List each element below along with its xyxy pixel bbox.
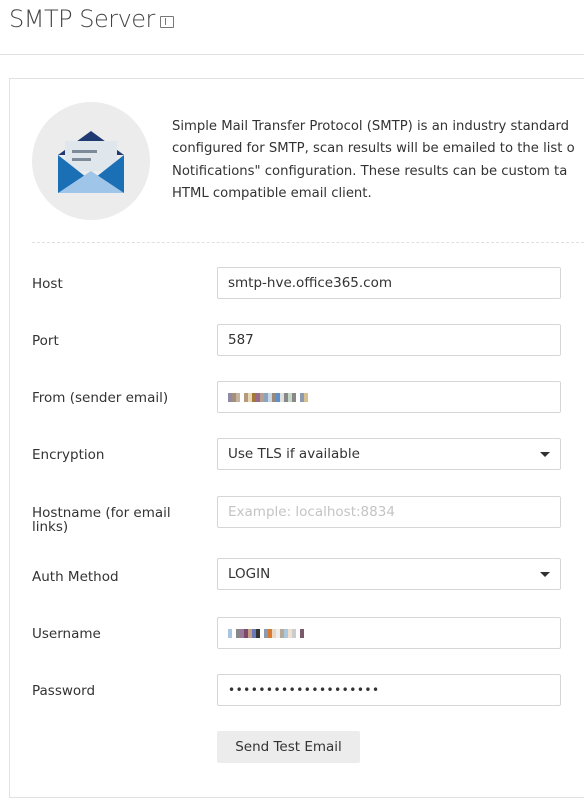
auth-method-label: Auth Method bbox=[32, 569, 119, 585]
redacted-value bbox=[228, 392, 308, 402]
password-label: Password bbox=[32, 683, 96, 699]
host-value: smtp-hve.office365.com bbox=[228, 275, 392, 291]
book-icon[interactable] bbox=[159, 15, 174, 28]
description-line: configured for SMTP, scan results will b… bbox=[172, 141, 575, 157]
username-input[interactable] bbox=[217, 617, 561, 649]
send-test-email-button[interactable]: Send Test Email bbox=[217, 731, 360, 763]
page-title: SMTP Server bbox=[9, 5, 174, 33]
encryption-value: Use TLS if available bbox=[228, 446, 360, 462]
auth-method-value: LOGIN bbox=[228, 566, 271, 582]
encryption-select[interactable]: Use TLS if available bbox=[217, 438, 561, 470]
from-label: From (sender email) bbox=[32, 390, 169, 406]
auth-method-select[interactable]: LOGIN bbox=[217, 558, 561, 590]
description-line: Simple Mail Transfer Protocol (SMTP) is … bbox=[172, 119, 570, 134]
header-divider bbox=[0, 54, 584, 55]
section-divider bbox=[32, 242, 584, 243]
from-input[interactable] bbox=[217, 381, 561, 413]
envelope-open-icon bbox=[32, 102, 150, 220]
chevron-down-icon bbox=[540, 452, 550, 457]
smtp-description: Simple Mail Transfer Protocol (SMTP) is … bbox=[172, 116, 584, 205]
host-input[interactable]: smtp-hve.office365.com bbox=[217, 267, 561, 299]
description-line: HTML compatible email client. bbox=[172, 185, 372, 201]
password-input[interactable]: •••••••••••••••••••• bbox=[217, 674, 561, 706]
username-label: Username bbox=[32, 626, 101, 642]
page-title-text: SMTP Server bbox=[9, 5, 155, 33]
port-input[interactable]: 587 bbox=[217, 324, 561, 356]
encryption-label: Encryption bbox=[32, 447, 105, 463]
port-value: 587 bbox=[228, 332, 254, 348]
hostname-placeholder: Example: localhost:8834 bbox=[228, 504, 395, 520]
port-label: Port bbox=[32, 333, 59, 349]
hostname-input[interactable]: Example: localhost:8834 bbox=[217, 496, 561, 528]
hostname-label: Hostname (for email links) bbox=[32, 505, 171, 535]
password-value: •••••••••••••••••••• bbox=[228, 683, 380, 697]
redacted-value bbox=[228, 628, 304, 638]
chevron-down-icon bbox=[540, 572, 550, 577]
host-label: Host bbox=[32, 276, 63, 292]
description-line: Notifications" configuration. These resu… bbox=[172, 163, 568, 179]
